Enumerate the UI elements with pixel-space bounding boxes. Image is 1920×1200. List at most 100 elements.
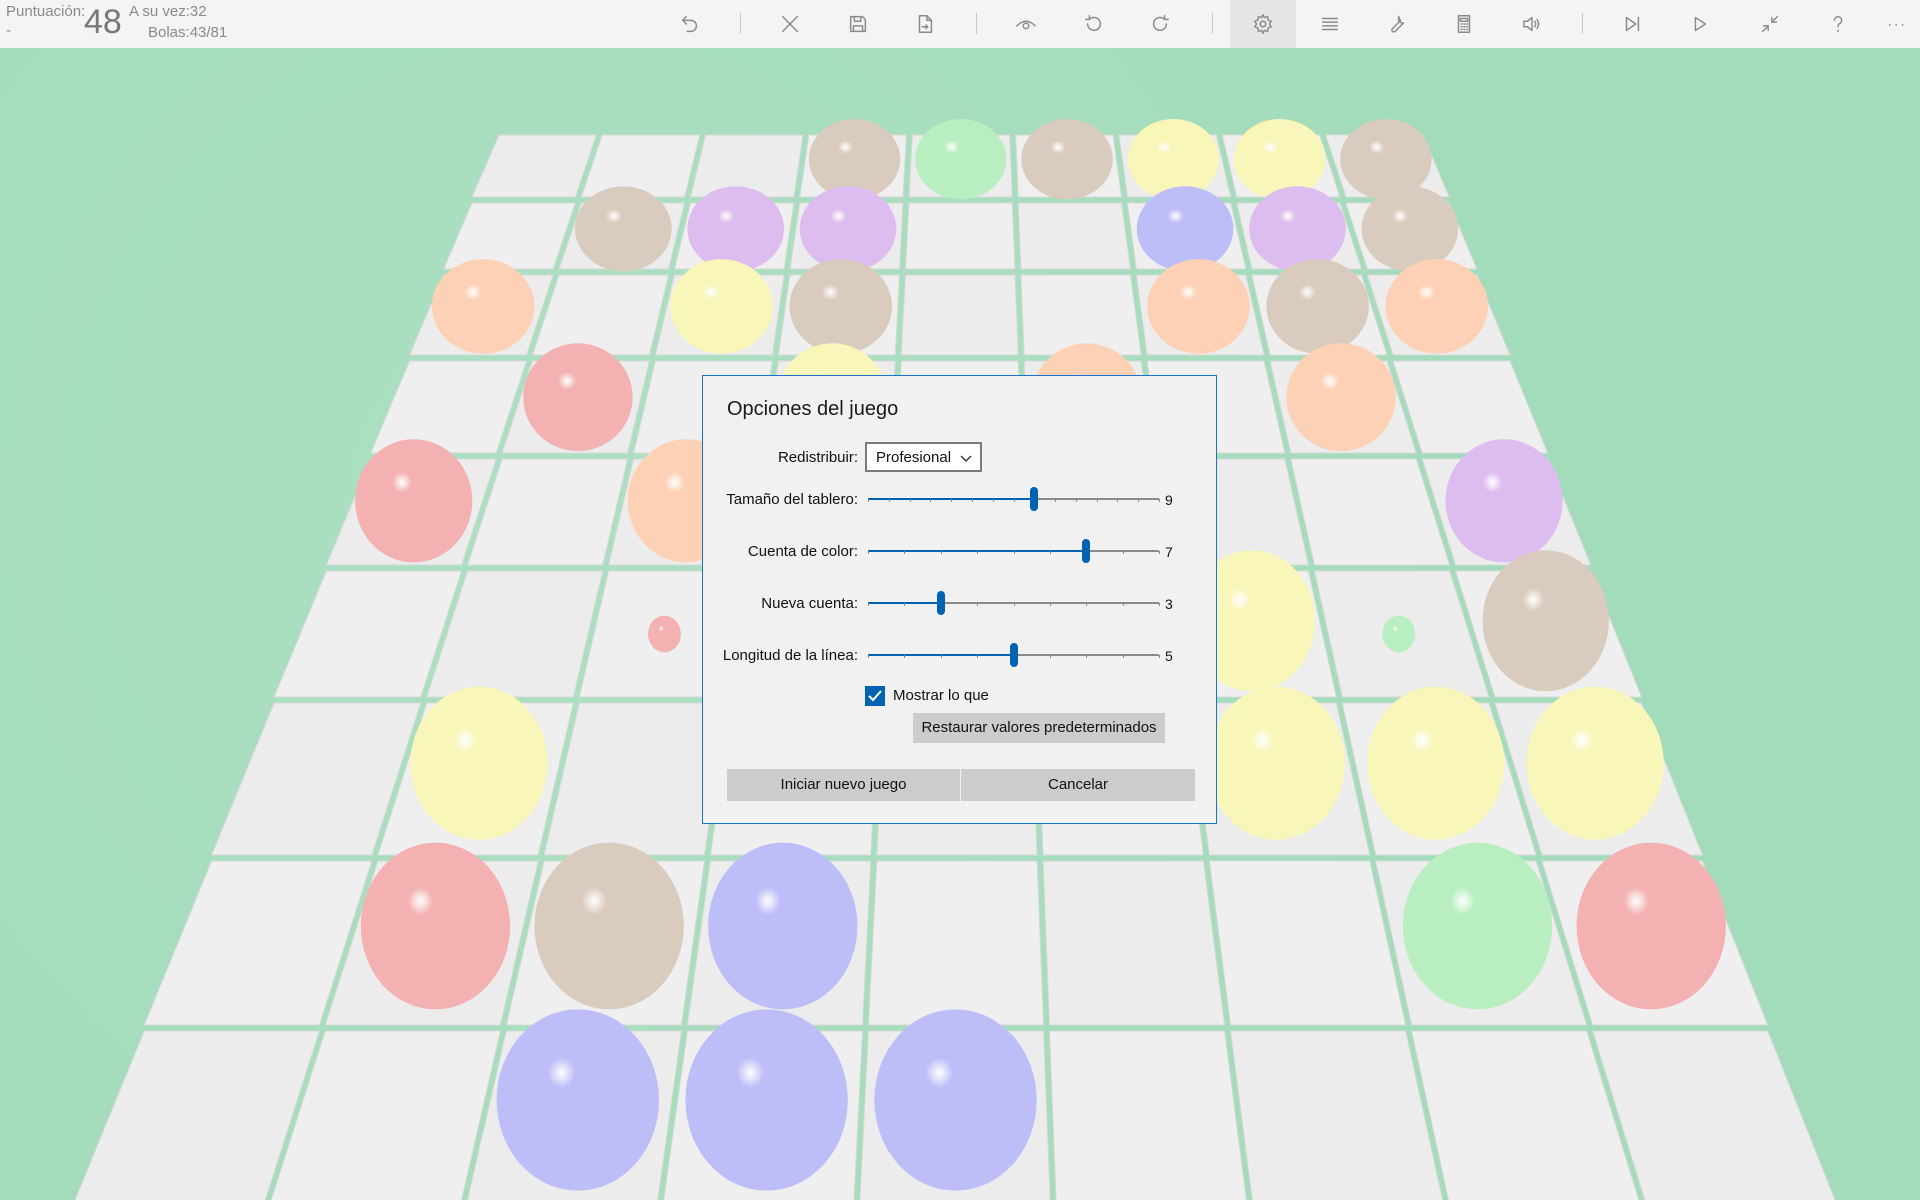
- export-button[interactable]: [895, 0, 955, 48]
- cancel-button[interactable]: Cancelar: [961, 769, 1195, 801]
- new-count-slider[interactable]: [865, 591, 1162, 615]
- board-cell[interactable]: [1230, 1030, 1444, 1200]
- ball-blue[interactable]: [708, 842, 858, 1010]
- ball-yellow[interactable]: [410, 686, 548, 840]
- board-cell[interactable]: [442, 202, 577, 270]
- show-next-checkbox[interactable]: [865, 686, 885, 706]
- line-length-slider[interactable]: [865, 643, 1162, 667]
- wrench-icon: [1391, 15, 1405, 33]
- hint-button[interactable]: [996, 0, 1056, 48]
- ball-purple[interactable]: [1445, 439, 1563, 563]
- settings-button[interactable]: [1230, 0, 1296, 48]
- ball-purple[interactable]: [1249, 186, 1346, 272]
- balls-counter: Bolas:43/81: [148, 24, 228, 41]
- undo-button[interactable]: [660, 0, 720, 48]
- ball-purple[interactable]: [799, 186, 897, 272]
- ball-tan[interactable]: [575, 186, 672, 272]
- ball-tan[interactable]: [1266, 259, 1369, 354]
- board-cell[interactable]: [471, 134, 598, 198]
- ball-yellow[interactable]: [670, 259, 773, 354]
- board-cell[interactable]: [531, 274, 670, 356]
- turn-counter: A su vez:32: [129, 3, 207, 20]
- ball-blue[interactable]: [685, 1009, 848, 1191]
- ball-yellow[interactable]: [1367, 686, 1505, 840]
- toolbar-separator: [740, 13, 741, 34]
- help-button[interactable]: [1808, 0, 1868, 48]
- board-cell[interactable]: [466, 458, 629, 566]
- ball-peach[interactable]: [431, 259, 535, 354]
- ball-peach[interactable]: [1147, 259, 1250, 354]
- save-button[interactable]: [828, 0, 888, 48]
- ball-peach[interactable]: [1286, 343, 1396, 452]
- redistribute-value: Profesional: [876, 449, 952, 466]
- ball-yellow[interactable]: [1526, 686, 1664, 840]
- board-cell[interactable]: [1017, 202, 1132, 270]
- play-button[interactable]: [1670, 0, 1730, 48]
- board-cell[interactable]: [900, 274, 1019, 356]
- ball-tan[interactable]: [534, 842, 684, 1010]
- next-ball-preview[interactable]: [1382, 615, 1416, 653]
- board-cell[interactable]: [1290, 458, 1451, 566]
- ball-red[interactable]: [523, 343, 633, 452]
- ball-yellow[interactable]: [1233, 118, 1326, 200]
- board-cell[interactable]: [543, 702, 727, 856]
- show-next-label: Mostrar lo que: [893, 687, 989, 704]
- redistribute-label: Redistribuir:: [777, 449, 858, 466]
- next-ball-preview[interactable]: [648, 615, 681, 653]
- ball-blue[interactable]: [874, 1009, 1037, 1191]
- export-icon: [918, 15, 933, 33]
- ball-yellow[interactable]: [1207, 686, 1345, 840]
- ball-green[interactable]: [1402, 842, 1553, 1010]
- board-cell[interactable]: [1208, 860, 1407, 1026]
- ball-peach[interactable]: [1385, 259, 1489, 354]
- ball-blue[interactable]: [1136, 186, 1234, 272]
- board-cell[interactable]: [369, 360, 528, 454]
- close-icon: [781, 15, 799, 33]
- ball-purple[interactable]: [687, 186, 785, 272]
- tools-button[interactable]: [1367, 0, 1427, 48]
- rotate-left-button[interactable]: [1064, 0, 1124, 48]
- help-icon: [1833, 16, 1843, 33]
- records-button[interactable]: [1300, 0, 1360, 48]
- board-cell[interactable]: [1020, 274, 1142, 356]
- board-size-slider[interactable]: [865, 487, 1162, 511]
- ball-tan[interactable]: [1361, 186, 1459, 272]
- board-cell[interactable]: [904, 202, 1016, 270]
- board-size-label: Tamaño del tablero:: [726, 491, 858, 508]
- board-cell[interactable]: [1042, 860, 1226, 1026]
- board-cell[interactable]: [580, 134, 701, 198]
- board-cell[interactable]: [1049, 1030, 1247, 1200]
- board-size-value: 9: [1165, 492, 1173, 508]
- calculator-button[interactable]: [1434, 0, 1494, 48]
- slider-thumb[interactable]: [1009, 643, 1018, 667]
- dialog-title: Opciones del juego: [727, 398, 899, 420]
- ball-red[interactable]: [360, 842, 511, 1010]
- ball-red[interactable]: [355, 439, 473, 563]
- new-count-value: 3: [1165, 596, 1173, 612]
- ball-green[interactable]: [915, 118, 1007, 200]
- chevron-down-icon: [960, 455, 972, 462]
- skip-button[interactable]: [1602, 0, 1662, 48]
- ball-red[interactable]: [1576, 842, 1726, 1010]
- ball-tan[interactable]: [1482, 550, 1609, 692]
- ball-yellow[interactable]: [1127, 118, 1220, 200]
- ball-blue[interactable]: [496, 1009, 659, 1191]
- board-cell[interactable]: [1392, 360, 1549, 454]
- close-button[interactable]: [760, 0, 820, 48]
- more-button[interactable]: [1866, 0, 1920, 48]
- board-cell[interactable]: [867, 860, 1045, 1026]
- undo-icon: [681, 15, 698, 33]
- collapse-button[interactable]: [1740, 0, 1800, 48]
- slider-thumb[interactable]: [936, 591, 945, 615]
- color-count-slider[interactable]: [865, 539, 1162, 563]
- slider-thumb[interactable]: [1030, 487, 1039, 511]
- restore-defaults-button[interactable]: Restaurar valores predeterminados: [913, 713, 1165, 743]
- play-icon: [1694, 16, 1707, 32]
- start-new-game-button[interactable]: Iniciar nuevo juego: [727, 769, 960, 801]
- sound-button[interactable]: [1502, 0, 1562, 48]
- slider-thumb[interactable]: [1082, 539, 1091, 563]
- ball-tan[interactable]: [1021, 118, 1113, 200]
- redistribute-select[interactable]: Profesional: [865, 442, 982, 472]
- rotate-right-button[interactable]: [1130, 0, 1190, 48]
- ball-tan[interactable]: [789, 259, 893, 354]
